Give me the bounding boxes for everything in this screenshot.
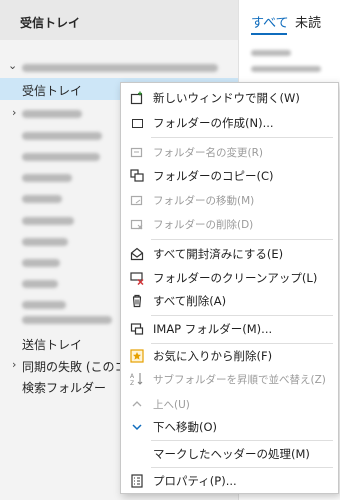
rename-folder-icon bbox=[129, 144, 145, 160]
redacted-account-name bbox=[22, 64, 218, 72]
new-folder-icon bbox=[129, 115, 145, 131]
folder-context-menu: 新しいウィンドウで開く(W) フォルダーの作成(N)... フォルダー名の変更(… bbox=[120, 82, 339, 494]
menu-copy-folder[interactable]: フォルダーのコピー(C) bbox=[121, 165, 338, 187]
chevron-right-icon[interactable]: › bbox=[12, 358, 16, 371]
menu-properties[interactable]: プロパティ(P)... bbox=[121, 470, 338, 492]
tab-unread[interactable]: 未読 bbox=[295, 12, 321, 31]
sort-az-icon: AZ bbox=[129, 371, 145, 387]
menu-imap-folders[interactable]: IMAP フォルダー(M)... bbox=[121, 318, 338, 340]
menu-item-label: フォルダーの削除(D) bbox=[153, 219, 254, 231]
delete-folder-icon bbox=[129, 216, 145, 232]
menu-item-label: サブフォルダーを昇順で並べ替え(Z) bbox=[153, 374, 326, 386]
menu-item-label: フォルダーのクリーンアップ(L) bbox=[153, 271, 318, 285]
redacted-message[interactable] bbox=[251, 50, 291, 56]
redacted-folder[interactable] bbox=[22, 217, 74, 225]
redacted-folder[interactable] bbox=[22, 110, 82, 118]
menu-item-label: すべて開封済みにする(E) bbox=[153, 247, 284, 261]
menu-process-marked-headers[interactable]: マークしたヘッダーの処理(M) bbox=[121, 443, 338, 465]
account-row[interactable]: ⌄ bbox=[0, 58, 238, 76]
chevron-right-icon[interactable]: › bbox=[12, 106, 16, 119]
copy-folder-icon bbox=[129, 168, 145, 184]
new-window-icon bbox=[129, 90, 145, 106]
move-folder-icon bbox=[129, 192, 145, 208]
menu-separator bbox=[151, 315, 333, 316]
menu-item-label: 上へ(U) bbox=[153, 399, 190, 411]
arrow-up-icon bbox=[129, 396, 145, 412]
active-tab-indicator bbox=[251, 33, 287, 35]
menu-item-label: プロパティ(P)... bbox=[153, 474, 237, 488]
menu-item-label: IMAP フォルダー(M)... bbox=[153, 322, 273, 336]
folder-outbox[interactable]: 送信トレイ bbox=[22, 336, 82, 353]
menu-item-label: フォルダーのコピー(C) bbox=[153, 169, 274, 183]
menu-delete-all[interactable]: すべて削除(A) bbox=[121, 290, 338, 312]
redacted-folder[interactable] bbox=[22, 195, 62, 203]
redacted-folder[interactable] bbox=[22, 132, 102, 140]
folder-inbox[interactable]: 受信トレイ bbox=[22, 82, 82, 99]
menu-sort-subfolders[interactable]: AZ サブフォルダーを昇順で並べ替え(Z) bbox=[121, 368, 338, 390]
redacted-folder[interactable] bbox=[22, 316, 112, 324]
redacted-folder[interactable] bbox=[22, 259, 60, 267]
menu-open-new-window[interactable]: 新しいウィンドウで開く(W) bbox=[121, 87, 338, 109]
menu-item-label: フォルダー名の変更(R) bbox=[153, 147, 263, 159]
redacted-folder[interactable] bbox=[22, 174, 72, 182]
menu-separator bbox=[151, 467, 333, 468]
svg-text:Z: Z bbox=[130, 380, 134, 386]
redacted-folder[interactable] bbox=[22, 280, 58, 288]
menu-separator bbox=[151, 239, 333, 240]
menu-mark-all-read[interactable]: すべて開封済みにする(E) bbox=[121, 243, 338, 265]
chevron-down-icon[interactable]: ⌄ bbox=[8, 59, 17, 72]
menu-separator bbox=[151, 137, 333, 138]
tab-all[interactable]: すべて bbox=[251, 12, 289, 31]
menu-move-down[interactable]: 下へ移動(O) bbox=[121, 416, 338, 438]
favorite-remove-icon bbox=[129, 348, 145, 364]
menu-item-label: 下へ移動(O) bbox=[153, 420, 218, 434]
folder-search-folders[interactable]: 検索フォルダー bbox=[22, 379, 106, 396]
menu-separator bbox=[151, 440, 333, 441]
menu-remove-from-favorites[interactable]: お気に入りから削除(F) bbox=[121, 345, 338, 367]
svg-text:A: A bbox=[130, 373, 135, 380]
menu-separator bbox=[151, 343, 333, 344]
redacted-folder[interactable] bbox=[22, 153, 100, 161]
menu-item-label: 新しいウィンドウで開く(W) bbox=[153, 91, 300, 105]
menu-item-label: フォルダーの作成(N)... bbox=[153, 116, 274, 130]
cleanup-folder-icon bbox=[129, 270, 145, 286]
menu-item-label: すべて削除(A) bbox=[153, 294, 227, 308]
menu-create-folder[interactable]: フォルダーの作成(N)... bbox=[121, 112, 338, 134]
menu-item-label: お気に入りから削除(F) bbox=[153, 349, 273, 363]
delete-all-icon bbox=[129, 293, 145, 309]
menu-move-up[interactable]: 上へ(U) bbox=[121, 393, 338, 415]
menu-rename-folder[interactable]: フォルダー名の変更(R) bbox=[121, 141, 338, 163]
redacted-message[interactable] bbox=[251, 66, 321, 72]
folder-sync-issues[interactable]: 同期の失敗 (このコ bbox=[22, 358, 127, 375]
redacted-folder[interactable] bbox=[22, 301, 66, 309]
menu-item-label: フォルダーの移動(M) bbox=[153, 195, 255, 207]
folder-pane-header: 受信トレイ bbox=[0, 0, 238, 40]
arrow-down-icon bbox=[129, 419, 145, 435]
imap-folder-icon bbox=[129, 321, 145, 337]
redacted-folder[interactable] bbox=[22, 238, 68, 246]
mark-all-read-icon bbox=[129, 246, 145, 262]
menu-move-folder[interactable]: フォルダーの移動(M) bbox=[121, 189, 338, 211]
menu-item-label: マークしたヘッダーの処理(M) bbox=[153, 447, 310, 461]
menu-cleanup-folder[interactable]: フォルダーのクリーンアップ(L) bbox=[121, 267, 338, 289]
menu-delete-folder[interactable]: フォルダーの削除(D) bbox=[121, 213, 338, 235]
properties-icon bbox=[129, 473, 145, 489]
